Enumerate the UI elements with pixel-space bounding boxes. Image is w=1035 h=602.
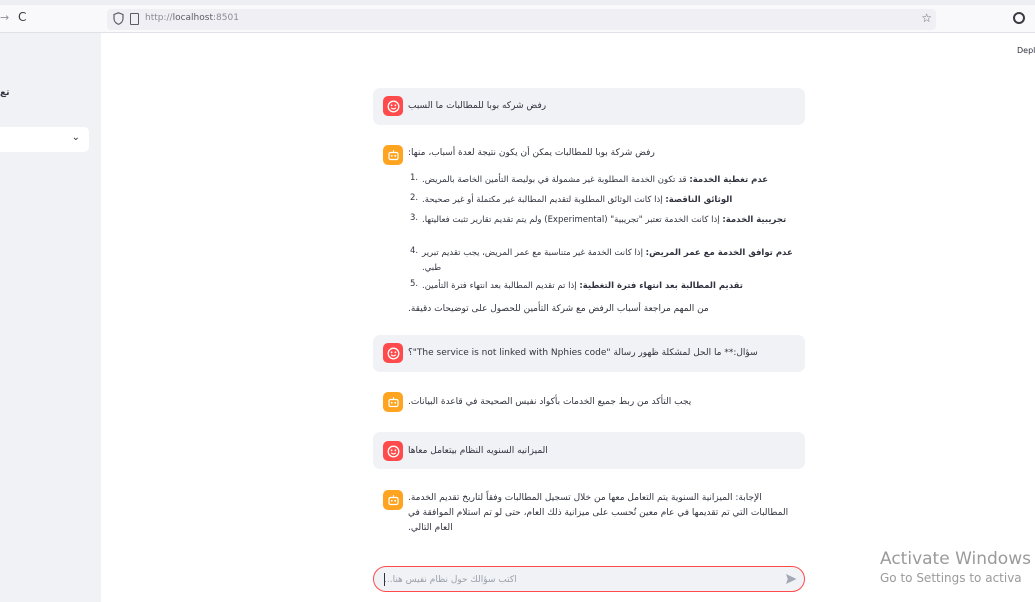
watermark-title: Activate Windows	[880, 549, 1031, 569]
smiley-icon	[387, 100, 399, 112]
reload-icon[interactable]: C	[18, 10, 26, 24]
deploy-button[interactable]: Deplo	[1017, 46, 1035, 55]
assistant-avatar	[383, 392, 403, 412]
bookmark-star-icon[interactable]: ☆	[921, 11, 932, 25]
list-item-desc: إذا كانت الخدمة غير متناسبة مع عمر المري…	[422, 248, 646, 273]
watermark-subtitle: Go to Settings to activa	[880, 571, 1022, 585]
list-item-text: عدم تغطية الخدمة: قد تكون الخدمة المطلوب…	[422, 173, 795, 188]
url-host: localhost	[172, 13, 213, 23]
chevron-down-icon: ⌄	[71, 132, 80, 143]
chat-message-assistant: الإجابة: الميزانية السنوية يتم التعامل م…	[373, 481, 805, 541]
answer-body: رفض شركة بوبا للمطالبات يمكن أن يكون نتي…	[408, 146, 795, 321]
user-avatar	[383, 343, 403, 363]
message-text: الإجابة: الميزانية السنوية يتم التعامل م…	[408, 493, 789, 533]
list-item: 5. تقديم المطالبة بعد انتهاء فترة التغطي…	[408, 279, 795, 299]
user-avatar	[383, 96, 403, 116]
chat-input-field[interactable]	[384, 571, 779, 588]
address-bar[interactable]: http://localhost:8501 ☆	[107, 9, 936, 30]
account-icon[interactable]	[1013, 12, 1025, 24]
robot-icon	[387, 494, 399, 505]
list-item-text: تقديم المطالبة بعد انتهاء فترة التغطية: …	[422, 279, 795, 294]
smiley-icon	[387, 445, 399, 457]
url-text[interactable]: http://localhost:8501	[145, 13, 239, 23]
list-item-desc: إذا تم تقديم المطالبة بعد انتهاء فترة ال…	[422, 281, 580, 291]
answer-intro: رفض شركة بوبا للمطالبات يمكن أن يكون نتي…	[408, 148, 655, 158]
list-item-text: تجريبية الخدمة: إذا كانت الخدمة تعتبر "ت…	[422, 213, 795, 228]
chat-input[interactable]	[373, 566, 805, 592]
chat-message-user: الميزانيه السنويه النظام بيتعامل معاها	[373, 432, 805, 469]
list-item-desc: قد تكون الخدمة المطلوبة غير مشمولة في بو…	[422, 175, 690, 185]
list-item-title: عدم توافق الخدمة مع عمر المريض:	[645, 248, 793, 258]
chat-message-user: رفض شركه بوبا للمطالبات ما السبب	[373, 88, 805, 125]
list-item-desc: إذا كانت الخدمة تعتبر "تجريبية" (Experim…	[422, 215, 723, 225]
text-caret	[384, 573, 385, 586]
list-item-title: الوثائق الناقصة:	[665, 195, 733, 205]
list-item-title: عدم تغطية الخدمة:	[689, 175, 769, 185]
list-item-title: تجريبية الخدمة:	[722, 215, 787, 225]
message-text: الميزانيه السنويه النظام بيتعامل معاها	[408, 446, 548, 456]
sidebar-label: تع	[0, 88, 10, 98]
browser-toolbar: → C http://localhost:8501 ☆	[0, 0, 1035, 33]
message-text: رفض شركه بوبا للمطالبات ما السبب	[408, 101, 547, 111]
smiley-icon	[387, 347, 399, 359]
list-item-title: تقديم المطالبة بعد انتهاء فترة التغطية:	[579, 281, 743, 291]
answer-outro: من المهم مراجعة أسباب الرفض مع شركة التأ…	[408, 304, 709, 314]
url-prefix: http://	[145, 13, 173, 23]
message-text: سؤال:** ما الحل لمشكلة ظهور رسالة "The s…	[408, 348, 758, 358]
chat-message-assistant: رفض شركة بوبا للمطالبات يمكن أن يكون نتي…	[373, 136, 805, 326]
activate-windows-watermark: Activate Windows Go to Settings to activ…	[880, 549, 1031, 585]
page-icon	[130, 13, 139, 25]
assistant-avatar	[383, 490, 403, 510]
assistant-avatar	[383, 145, 403, 165]
forward-icon[interactable]: →	[0, 11, 9, 24]
list-item: 1. عدم تغطية الخدمة: قد تكون الخدمة المط…	[408, 173, 795, 193]
list-item-text: الوثائق الناقصة: إذا كانت الوثائق المطلو…	[422, 193, 795, 208]
list-item: 2. الوثائق الناقصة: إذا كانت الوثائق الم…	[408, 193, 795, 213]
send-icon[interactable]	[784, 572, 798, 586]
list-item: 3. تجريبية الخدمة: إذا كانت الخدمة تعتبر…	[408, 213, 795, 246]
sidebar: تع ⌄	[0, 33, 101, 602]
shield-icon[interactable]	[113, 12, 124, 25]
answer-list: 1. عدم تغطية الخدمة: قد تكون الخدمة المط…	[408, 173, 795, 299]
list-item-text: عدم توافق الخدمة مع عمر المريض: إذا كانت…	[422, 246, 795, 276]
chat-message-user: سؤال:** ما الحل لمشكلة ظهور رسالة "The s…	[373, 335, 805, 372]
list-item-desc: إذا كانت الوثائق المطلوبة لتقديم المطالب…	[422, 195, 666, 205]
robot-icon	[387, 149, 399, 160]
sidebar-select[interactable]: ⌄	[0, 127, 89, 152]
tab-strip	[0, 0, 1035, 5]
url-port: :8501	[212, 13, 239, 23]
chat-message-assistant: يجب التأكد من ربط جميع الخدمات بأكواد نف…	[373, 384, 805, 421]
robot-icon	[387, 396, 399, 407]
message-text: يجب التأكد من ربط جميع الخدمات بأكواد نف…	[408, 397, 692, 407]
list-item: 4. عدم توافق الخدمة مع عمر المريض: إذا ك…	[408, 246, 795, 279]
user-avatar	[383, 441, 403, 461]
